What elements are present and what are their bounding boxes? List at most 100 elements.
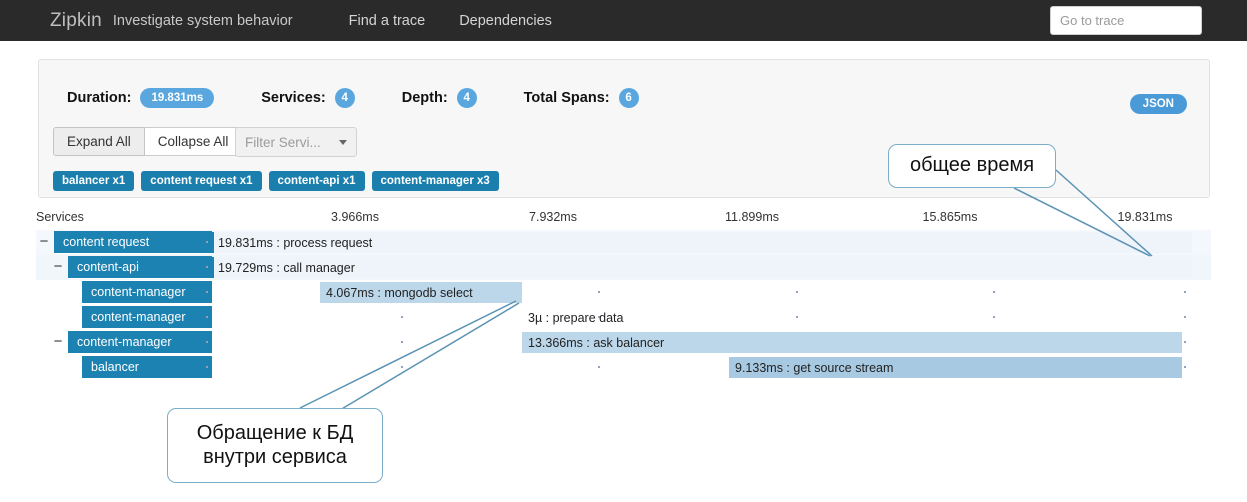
span-lane: 19.831ms : process request <box>212 230 1211 255</box>
filter-service-label: Filter Servi... <box>245 135 321 150</box>
trace-stats: Duration: 19.831ms Services: 4 Depth: 4 … <box>67 88 686 108</box>
trace-timeline: Services 3.966ms7.932ms11.899ms15.865ms1… <box>0 206 1247 380</box>
annotation-db-call: Обращение к БД внутри сервиса <box>167 408 383 483</box>
span-lane: 4.067ms : mongodb select <box>212 280 1211 305</box>
span-duration-label: 9.133ms : get source stream <box>735 361 893 375</box>
brand-logo[interactable]: Zipkin <box>50 10 102 32</box>
lane-tick-dot <box>993 316 995 318</box>
lane-tick-dot <box>206 291 208 293</box>
lane-tick-dot <box>206 266 208 268</box>
depth-value: 4 <box>457 88 477 108</box>
service-chip-content-api[interactable]: content-api x1 <box>269 171 365 191</box>
depth-label: Depth: <box>402 90 448 106</box>
expand-all-button[interactable]: Expand All <box>53 127 145 156</box>
span-name-cell: content-manager <box>36 280 212 305</box>
stat-services: Services: 4 <box>261 88 355 108</box>
span-name-cell: balancer <box>36 355 212 380</box>
stat-depth: Depth: 4 <box>402 88 477 108</box>
span-lane: 3µ : prepare data <box>212 305 1211 330</box>
annotation-db-call-line2: внутри сервиса <box>203 446 347 470</box>
lane-tick-dot <box>401 316 403 318</box>
span-name-cell: −content-manager <box>36 330 212 355</box>
span-name-cell: −content request <box>36 230 212 255</box>
lane-tick-dot <box>1184 291 1186 293</box>
span-collapse-toggle-icon[interactable]: − <box>38 235 50 249</box>
lane-tick-dot <box>1184 316 1186 318</box>
top-navbar: Zipkin Investigate system behavior Find … <box>0 0 1247 41</box>
span-bar[interactable]: 19.831ms : process request <box>212 232 1192 253</box>
span-duration-label: 19.729ms : call manager <box>218 261 355 275</box>
span-name-cell: content-manager <box>36 305 212 330</box>
total-spans-value: 6 <box>619 88 639 108</box>
span-duration-label: 19.831ms : process request <box>218 236 372 250</box>
lane-tick-dot <box>796 291 798 293</box>
annotation-total-time-text: общее время <box>910 154 1034 178</box>
span-bar[interactable]: 3µ : prepare data <box>522 307 642 328</box>
lane-tick-dot <box>401 366 403 368</box>
services-value: 4 <box>335 88 355 108</box>
expand-collapse-group: Expand All Collapse All <box>53 127 242 156</box>
total-spans-label: Total Spans: <box>524 90 610 106</box>
span-service-name[interactable]: content-manager <box>82 281 212 304</box>
chevron-down-icon <box>339 140 347 145</box>
span-service-name[interactable]: balancer <box>82 356 212 379</box>
span-lane: 19.729ms : call manager <box>212 255 1211 280</box>
span-duration-label: 13.366ms : ask balancer <box>528 336 664 350</box>
span-bar[interactable]: 19.729ms : call manager <box>212 257 1192 278</box>
span-name-cell: −content-api <box>36 255 212 280</box>
span-service-name[interactable]: content-api <box>68 256 212 279</box>
annotation-total-time: общее время <box>888 144 1056 188</box>
lane-tick-dot <box>206 241 208 243</box>
service-chip-content-manager[interactable]: content-manager x3 <box>372 171 499 191</box>
collapse-all-button[interactable]: Collapse All <box>145 127 243 156</box>
lane-tick-dot <box>1184 366 1186 368</box>
annotation-db-call-line1: Обращение к БД <box>197 422 353 446</box>
span-row[interactable]: balancer 9.133ms : get source stream <box>36 355 1211 380</box>
span-collapse-toggle-icon[interactable]: − <box>52 335 64 349</box>
nav-link-find-a-trace[interactable]: Find a trace <box>349 13 426 29</box>
span-row[interactable]: −content-manager 13.366ms : ask balancer <box>36 330 1211 355</box>
lane-tick-dot <box>993 291 995 293</box>
span-row[interactable]: content-manager 3µ : prepare data <box>36 305 1211 330</box>
go-to-trace-input[interactable] <box>1050 6 1202 35</box>
lane-tick-dot <box>206 341 208 343</box>
span-bar-start-marker <box>212 232 214 253</box>
nav-link-dependencies[interactable]: Dependencies <box>459 13 552 29</box>
span-bar-start-marker <box>212 257 214 278</box>
timeline-tick-4: 19.831ms <box>1118 210 1173 224</box>
service-chip-balancer[interactable]: balancer x1 <box>53 171 134 191</box>
span-lane: 13.366ms : ask balancer <box>212 330 1211 355</box>
service-chip-list: balancer x1 content request x1 content-a… <box>53 171 506 191</box>
span-row[interactable]: −content-api 19.729ms : call manager <box>36 255 1211 280</box>
span-row[interactable]: −content request 19.831ms : process reque… <box>36 230 1211 255</box>
lane-tick-dot <box>598 291 600 293</box>
services-label: Services: <box>261 90 326 106</box>
span-duration-label: 4.067ms : mongodb select <box>326 286 473 300</box>
span-lane: 9.133ms : get source stream <box>212 355 1211 380</box>
span-service-name[interactable]: content-manager <box>68 331 212 354</box>
span-row-list: −content request19.831ms : process reque… <box>36 230 1211 380</box>
stat-duration: Duration: 19.831ms <box>67 88 214 108</box>
duration-value: 19.831ms <box>140 88 214 108</box>
span-bar[interactable]: 4.067ms : mongodb select <box>320 282 522 303</box>
service-chip-content-request[interactable]: content request x1 <box>141 171 261 191</box>
duration-label: Duration: <box>67 90 131 106</box>
filter-service-select[interactable]: Filter Servi... <box>235 127 357 157</box>
lane-tick-dot <box>401 341 403 343</box>
services-column-header: Services <box>36 210 84 224</box>
span-service-name[interactable]: content-manager <box>82 306 212 329</box>
timeline-tick-1: 7.932ms <box>529 210 577 224</box>
stat-total-spans: Total Spans: 6 <box>524 88 639 108</box>
timeline-tick-2: 11.899ms <box>725 210 779 224</box>
span-row[interactable]: content-manager 4.067ms : mongodb select <box>36 280 1211 305</box>
json-button[interactable]: JSON <box>1130 94 1187 114</box>
span-bar[interactable]: 9.133ms : get source stream <box>729 357 1182 378</box>
span-bar[interactable]: 13.366ms : ask balancer <box>522 332 1182 353</box>
span-collapse-toggle-icon[interactable]: − <box>52 260 64 274</box>
lane-tick-dot <box>206 366 208 368</box>
span-service-name[interactable]: content request <box>54 231 212 254</box>
span-duration-label: 3µ : prepare data <box>528 311 623 325</box>
timeline-tick-3: 15.865ms <box>923 210 978 224</box>
lane-tick-dot <box>598 366 600 368</box>
timeline-axis: Services 3.966ms7.932ms11.899ms15.865ms1… <box>36 206 1209 230</box>
